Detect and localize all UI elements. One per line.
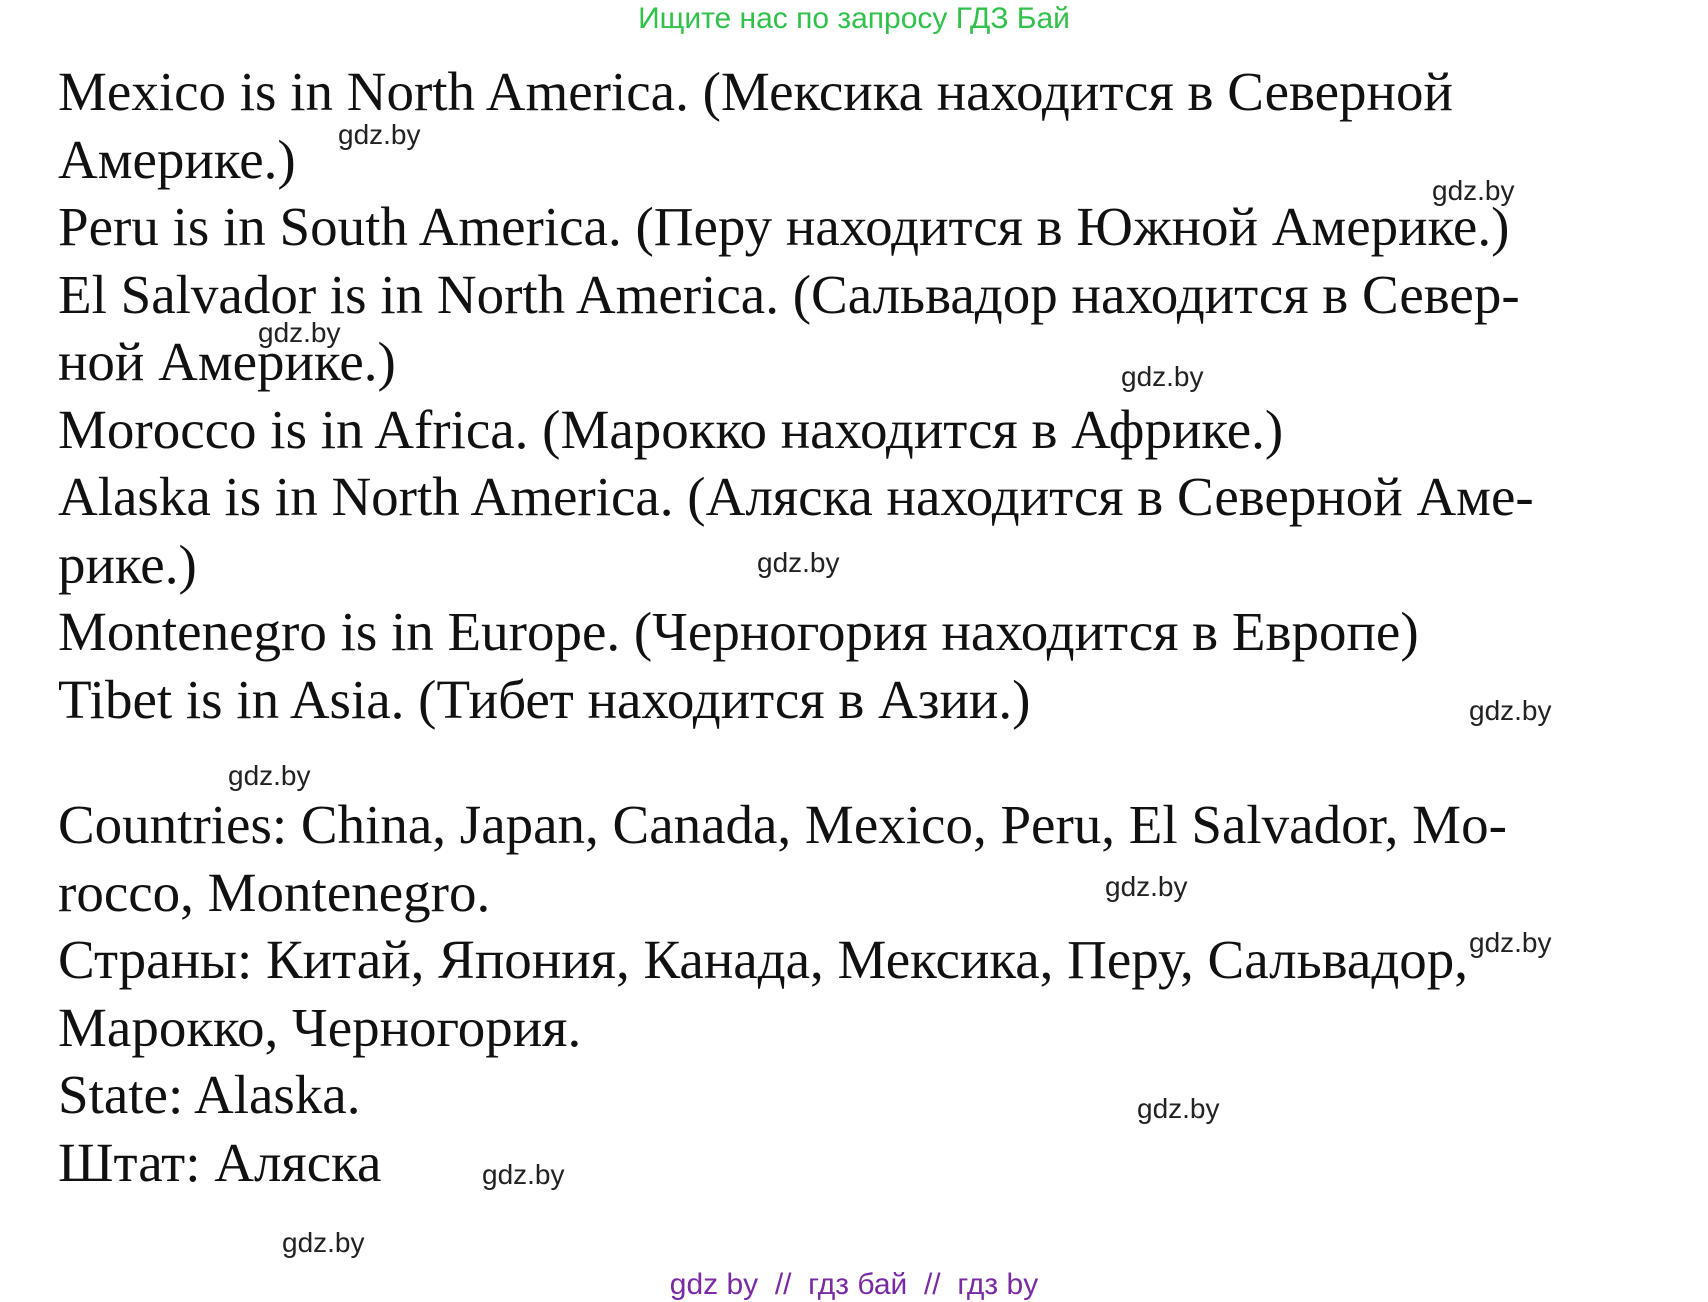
text-line: Countries: China, Japan, Canada, Mexico,… xyxy=(58,794,1507,855)
text-line: рике.) xyxy=(58,533,197,595)
watermark: gdz.by xyxy=(258,317,341,348)
footer-site-links: gdz by // гдз бай // гдз by xyxy=(669,1268,1039,1301)
watermark: gdz.by xyxy=(482,1159,565,1190)
text-line: Tibet is in Asia. (Тибет находится в Ази… xyxy=(58,668,1031,730)
text-line: Штат: Аляска xyxy=(58,1131,382,1193)
text-line: Morocco is in Africa. (Марокко находится… xyxy=(58,398,1284,460)
text-line: Mexico is in North America. (Мексика нах… xyxy=(58,61,1453,122)
watermark: gdz.by xyxy=(1137,1093,1220,1124)
watermark: gdz.by xyxy=(1105,871,1188,902)
watermark: gdz.by xyxy=(338,119,421,150)
text-line: rocco, Montenegro. xyxy=(58,861,491,923)
watermark: gdz.by xyxy=(1121,361,1204,392)
watermark: gdz.by xyxy=(282,1227,365,1258)
watermark: gdz.by xyxy=(1469,927,1552,958)
header-search-note: Ищите нас по запросу ГДЗ Бай xyxy=(638,2,1070,35)
answer-text-block: Mexico is in North America. (Мексика нах… xyxy=(58,58,1678,1196)
text-line: State: Alaska. xyxy=(58,1064,361,1125)
watermark: gdz.by xyxy=(1432,175,1515,206)
text-line: Марокко, Черногория. xyxy=(58,996,582,1058)
watermark: gdz.by xyxy=(757,547,840,578)
watermark: gdz.by xyxy=(1469,695,1552,726)
text-line: Montenegro is in Europe. (Черногория нах… xyxy=(58,601,1419,662)
text-line: Alaska is in North America. (Аляска нахо… xyxy=(58,466,1534,527)
text-line: Страны: Китай, Япония, Канада, Мексика, … xyxy=(58,929,1469,990)
watermark: gdz.by xyxy=(228,760,311,791)
